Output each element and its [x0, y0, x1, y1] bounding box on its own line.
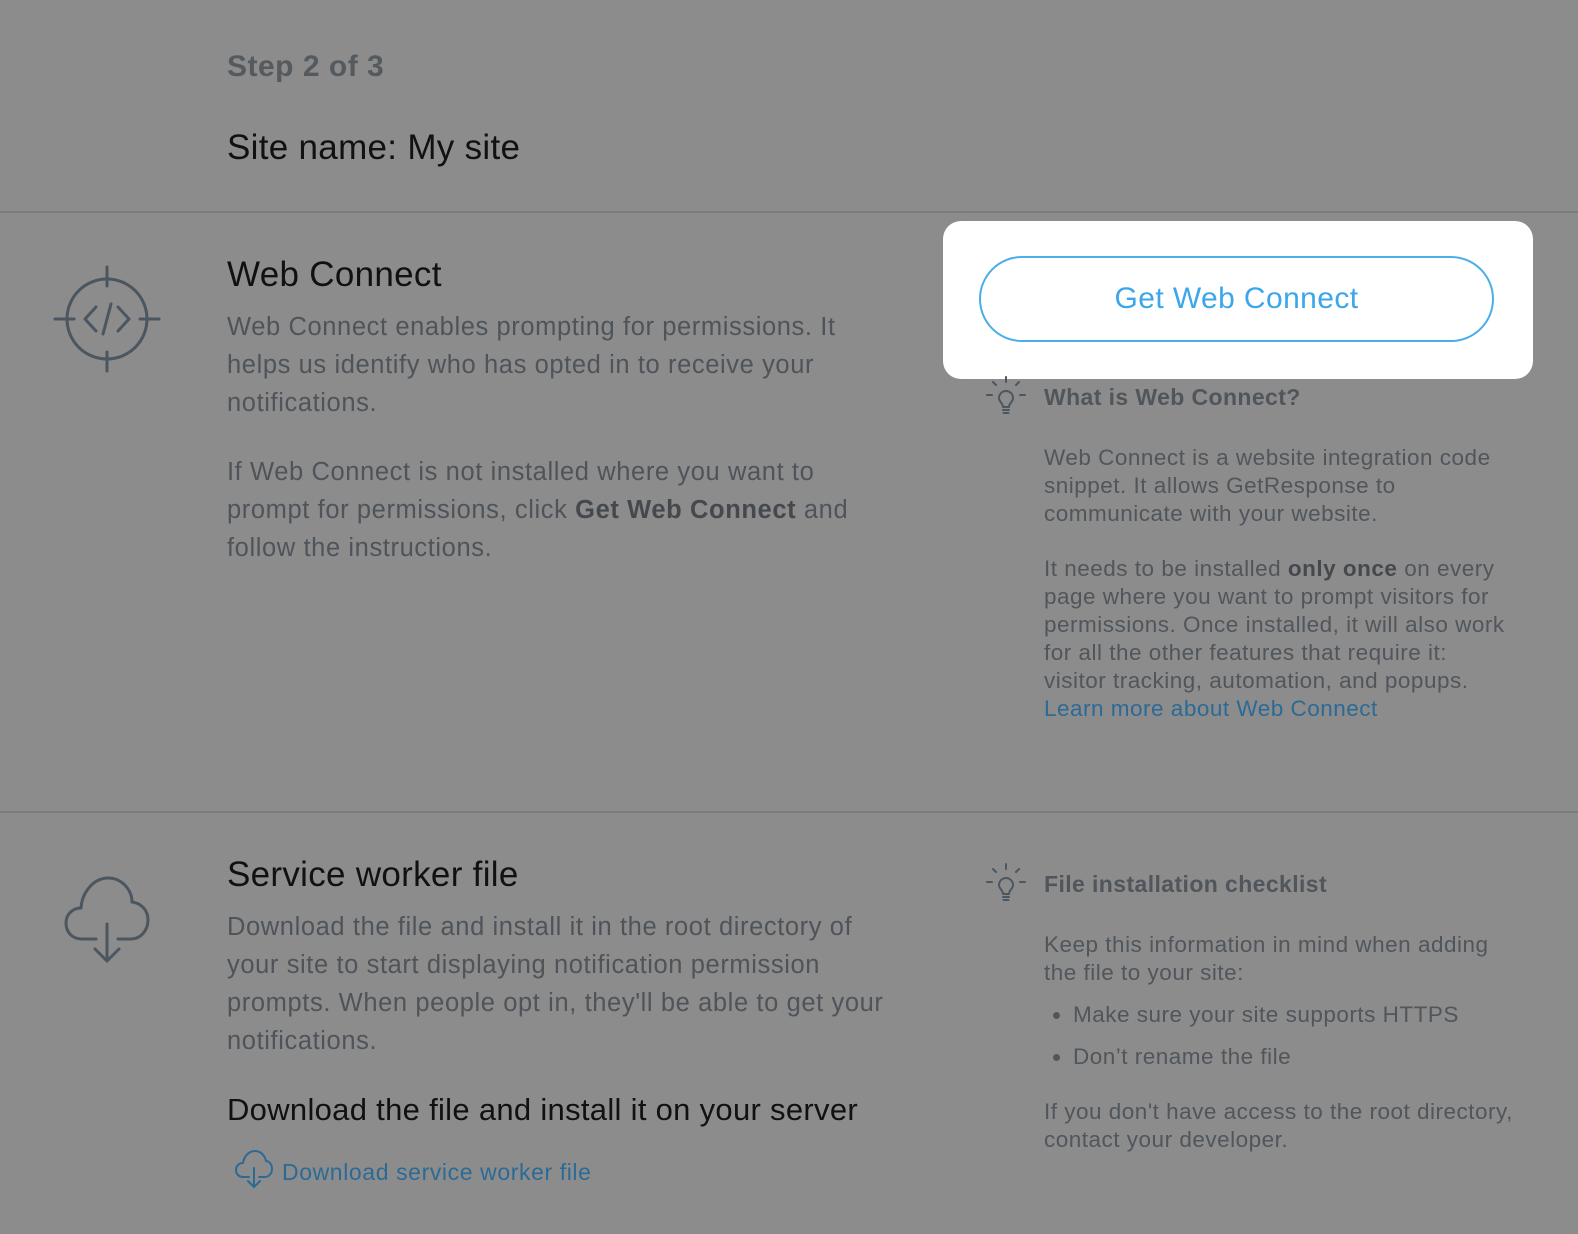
cloud-download-icon	[234, 1148, 274, 1196]
lightbulb-icon	[985, 863, 1027, 905]
tip-title-checklist: File installation checklist	[1044, 871, 1328, 897]
checklist: Make sure your site supports HTTPS Don’t…	[1044, 1001, 1459, 1085]
web-connect-icon	[52, 264, 162, 374]
instructions-bold-text: Get Web Connect	[575, 496, 797, 524]
service-worker-description: Download the file and install it in the …	[227, 913, 884, 1055]
web-connect-title: Web Connect	[227, 255, 442, 294]
download-service-worker-link[interactable]: Download service worker file	[234, 1148, 592, 1196]
tip-text-part: It needs to be installed	[1044, 556, 1288, 581]
tip-paragraph-install: It needs to be installed only once on ev…	[1044, 555, 1514, 723]
download-subheading: Download the file and install it on your…	[227, 1092, 858, 1127]
learn-more-link[interactable]: Learn more about Web Connect	[1044, 696, 1378, 721]
download-link-label: Download service worker file	[282, 1158, 592, 1185]
service-worker-icon	[52, 868, 162, 978]
tip-paragraph: Web Connect is a website integration cod…	[1044, 445, 1491, 526]
tip-title-web-connect: What is Web Connect?	[1044, 384, 1301, 410]
step-indicator: Step 2 of 3	[227, 50, 385, 83]
section-divider	[0, 811, 1578, 813]
checklist-item: Make sure your site supports HTTPS	[1073, 1001, 1459, 1043]
service-worker-title: Service worker file	[227, 855, 519, 894]
section-divider	[0, 211, 1578, 213]
checklist-intro: Keep this information in mind when addin…	[1044, 932, 1489, 985]
get-web-connect-highlight: Get Web Connect	[943, 221, 1533, 379]
checklist-item: Don’t rename the file	[1073, 1043, 1459, 1085]
checklist-outro: If you don't have access to the root dir…	[1044, 1099, 1513, 1152]
site-name-heading: Site name: My site	[227, 128, 521, 167]
tip-bold-text: only once	[1287, 556, 1398, 581]
get-web-connect-button[interactable]: Get Web Connect	[979, 256, 1494, 342]
web-connect-description: Web Connect enables prompting for permis…	[227, 313, 836, 417]
lightbulb-icon	[985, 376, 1027, 418]
web-connect-instructions: If Web Connect is not installed where yo…	[227, 453, 887, 567]
